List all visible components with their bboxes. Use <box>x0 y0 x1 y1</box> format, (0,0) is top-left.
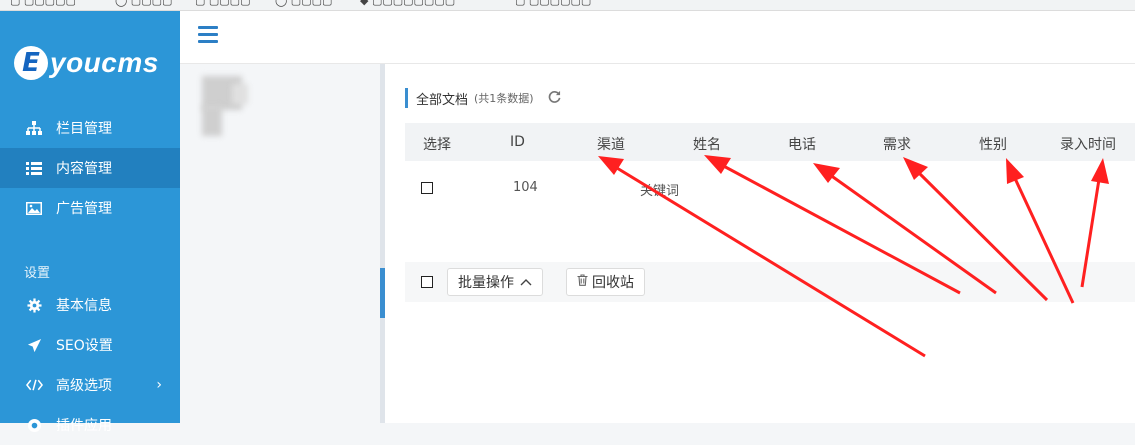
batch-operation-label: 批量操作 <box>458 275 514 291</box>
sidebar-item-label: 内容管理 <box>56 161 112 177</box>
sidebar-item-advanced[interactable]: 高级选项 › <box>0 365 180 405</box>
page-title: 全部文档 <box>416 92 469 108</box>
select-all-checkbox[interactable] <box>421 276 433 288</box>
sidebar-item-label: SEO设置 <box>56 338 113 354</box>
logo-text: youcms <box>50 47 159 78</box>
table-footer: 批量操作 回收站 <box>405 262 1135 302</box>
record-count: (共1条数据) <box>474 92 534 105</box>
sitemap-icon <box>24 121 44 135</box>
blurred-image <box>202 76 252 136</box>
column-header-select: 选择 <box>423 137 451 153</box>
main-content: 全部文档 (共1条数据) 选择 ID 渠道 姓名 电话 需求 性别 录入时间 1… <box>385 64 1135 423</box>
image-icon <box>24 201 44 215</box>
top-header <box>180 11 1135 64</box>
bookmark-item[interactable]: ◆ ▢▢▢▢▢▢▢▢ <box>360 0 455 7</box>
column-header-demand[interactable]: 需求 <box>883 134 911 154</box>
column-header-phone[interactable]: 电话 <box>788 134 816 154</box>
batch-operation-button[interactable]: 批量操作 <box>447 268 543 296</box>
column-header-channel[interactable]: 渠道 <box>597 134 625 154</box>
browser-bookmarks-bar: ▢ ▢▢▢▢▢ ◯ ▢▢▢▢ ▢ ▢▢▢▢ ◯ ▢▢▢▢ ◆ ▢▢▢▢▢▢▢▢ … <box>0 0 1135 11</box>
sidebar-item-plugins[interactable]: 插件应用 <box>0 405 180 445</box>
sidebar: E youcms 栏目管理 内容管理 广告管理 设置 基本信息 SEO设置 高级… <box>0 11 180 434</box>
title-accent-bar <box>405 88 408 108</box>
sidebar-item-label: 栏目管理 <box>56 121 112 137</box>
settings-section-label: 设置 <box>24 266 51 281</box>
chevron-up-icon <box>520 275 532 289</box>
column-header-id[interactable]: ID <box>510 134 525 150</box>
row-keyword: 关键词 <box>640 184 680 199</box>
bookmark-item[interactable]: ▢ ▢▢▢▢▢ <box>10 0 76 7</box>
sidebar-item-seo[interactable]: SEO设置 <box>0 325 180 365</box>
bookmark-item[interactable]: ◯ ▢▢▢▢ <box>115 0 172 7</box>
paper-plane-icon <box>24 338 44 353</box>
menu-toggle-icon[interactable] <box>198 26 218 44</box>
bookmark-item[interactable]: ◯ ▢▢▢▢ <box>275 0 332 7</box>
row-id: 104 <box>513 180 538 195</box>
sidebar-item-label: 基本信息 <box>56 298 112 314</box>
logo-badge: E <box>14 46 48 80</box>
gear-icon <box>24 297 44 313</box>
chevron-right-icon: › <box>156 377 162 393</box>
column-header-gender[interactable]: 性别 <box>979 134 1007 154</box>
trash-icon <box>577 274 588 290</box>
sidebar-item-basic-info[interactable]: 基本信息 <box>0 285 180 325</box>
bookmark-item[interactable]: ▢ ▢▢▢▢ <box>195 0 250 7</box>
recycle-bin-label: 回收站 <box>592 275 634 291</box>
page-title-row: 全部文档 (共1条数据) <box>405 88 561 108</box>
sidebar-item-label: 插件应用 <box>56 418 112 434</box>
refresh-icon[interactable] <box>548 90 561 107</box>
bookmark-item[interactable]: ▢ ▢▢▢▢▢▢ <box>515 0 591 7</box>
table-header: 选择 ID 渠道 姓名 电话 需求 性别 录入时间 <box>405 123 1135 161</box>
sidebar-item-content-management[interactable]: 内容管理 <box>0 148 180 188</box>
logo[interactable]: E youcms <box>14 43 159 83</box>
column-header-name[interactable]: 姓名 <box>693 134 721 154</box>
list-icon <box>24 161 44 175</box>
plugin-icon <box>24 418 44 433</box>
secondary-panel <box>180 64 380 423</box>
column-header-entry-time[interactable]: 录入时间 <box>1060 134 1116 154</box>
row-checkbox[interactable] <box>421 182 433 194</box>
sidebar-item-column-management[interactable]: 栏目管理 <box>0 108 180 148</box>
code-icon <box>24 379 44 391</box>
sidebar-item-label: 广告管理 <box>56 201 112 217</box>
sidebar-item-label: 高级选项 <box>56 378 112 394</box>
sidebar-item-ad-management[interactable]: 广告管理 <box>0 188 180 228</box>
recycle-bin-button[interactable]: 回收站 <box>566 268 645 296</box>
